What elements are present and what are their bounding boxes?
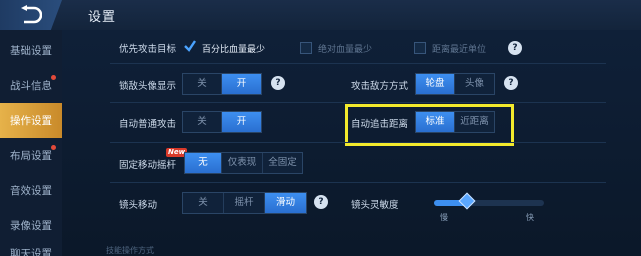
- section-label: 技能操作方式: [106, 246, 154, 255]
- top-bar: 设置: [0, 0, 641, 31]
- settings-sidebar: 基础设置 战斗信息 操作设置 布局设置 音效设置 录像设置 聊天设置: [0, 30, 62, 256]
- option-absolute-hp[interactable]: 绝对血量最少: [318, 42, 372, 55]
- help-icon[interactable]: ?: [314, 195, 328, 209]
- sidebar-item-replay[interactable]: 录像设置: [0, 208, 62, 243]
- sidebar-item-layout[interactable]: 布局设置: [0, 138, 62, 173]
- sidebar-item-label: 聊天设置: [10, 248, 52, 256]
- attack-mode-toggle: 轮盘 头像: [415, 73, 495, 95]
- auto-attack-toggle: 关 开: [182, 111, 262, 133]
- camera-move-toggle: 关 摇杆 滑动: [182, 192, 307, 214]
- sidebar-item-battle-info[interactable]: 战斗信息: [0, 68, 62, 103]
- back-button[interactable]: [0, 0, 62, 30]
- sidebar-item-label: 音效设置: [10, 185, 52, 197]
- auto-attack-off-button[interactable]: 关: [183, 112, 222, 132]
- attack-mode-wheel-button[interactable]: 轮盘: [416, 74, 455, 94]
- priority-target-label: 优先攻击目标: [119, 44, 177, 55]
- camera-move-joystick-button[interactable]: 摇杆: [224, 193, 265, 213]
- help-icon[interactable]: ?: [508, 41, 522, 55]
- option-percent-hp[interactable]: 百分比血量最少: [202, 42, 265, 55]
- attack-mode-label: 攻击敌方方式: [351, 81, 409, 92]
- sidebar-item-basic[interactable]: 基础设置: [0, 33, 62, 68]
- camera-move-slide-button[interactable]: 滑动: [265, 193, 306, 213]
- checkbox-nearest-unit[interactable]: [414, 42, 426, 54]
- sidebar-item-controls[interactable]: 操作设置: [0, 103, 62, 138]
- divider: [110, 63, 606, 64]
- lock-avatar-off-button[interactable]: 关: [183, 74, 222, 94]
- camera-move-label: 镜头移动: [119, 200, 158, 211]
- lock-avatar-on-button[interactable]: 开: [222, 74, 261, 94]
- option-nearest-unit[interactable]: 距离最近单位: [432, 42, 486, 55]
- fixed-joystick-label: 固定移动摇杆: [119, 160, 177, 171]
- sidebar-item-label: 操作设置: [10, 115, 52, 127]
- fixed-joystick-visual-button[interactable]: 仅表现: [222, 153, 263, 173]
- divider: [110, 142, 606, 143]
- slider-max-label: 快: [526, 213, 534, 222]
- camera-sensitivity-slider[interactable]: [434, 192, 544, 210]
- checkbox-absolute-hp[interactable]: [300, 42, 312, 54]
- notification-dot: [51, 75, 56, 80]
- sidebar-item-label: 录像设置: [10, 220, 52, 232]
- camera-move-off-button[interactable]: 关: [183, 193, 224, 213]
- page-title: 设置: [88, 10, 117, 25]
- attack-mode-avatar-button[interactable]: 头像: [455, 74, 494, 94]
- sidebar-item-label: 战斗信息: [10, 80, 52, 92]
- slider-min-label: 慢: [440, 213, 448, 222]
- sidebar-item-chat[interactable]: 聊天设置: [0, 243, 62, 256]
- settings-content: 优先攻击目标 百分比血量最少 绝对血量最少 距离最近单位 ? 锁敌头像显示 关 …: [62, 30, 641, 256]
- help-icon[interactable]: ?: [271, 76, 285, 90]
- lock-avatar-label: 锁敌头像显示: [119, 81, 177, 92]
- auto-attack-on-button[interactable]: 开: [222, 112, 261, 132]
- fixed-joystick-none-button[interactable]: 无: [185, 153, 222, 173]
- back-arrow-icon: [21, 5, 42, 24]
- sidebar-item-audio[interactable]: 音效设置: [0, 173, 62, 208]
- sidebar-item-label: 基础设置: [10, 45, 52, 57]
- lock-avatar-toggle: 关 开: [182, 73, 262, 95]
- slider-handle[interactable]: [458, 192, 476, 210]
- fixed-joystick-toggle: 无 仅表现 全固定: [184, 152, 303, 174]
- help-icon[interactable]: ?: [504, 76, 518, 90]
- divider: [110, 182, 606, 183]
- auto-chase-label: 自动追击距离: [351, 119, 409, 130]
- auto-attack-label: 自动普通攻击: [119, 119, 177, 130]
- auto-chase-standard-button[interactable]: 标准: [416, 112, 455, 132]
- checkmark-icon[interactable]: [183, 39, 197, 53]
- divider: [110, 102, 606, 103]
- auto-chase-close-button[interactable]: 近距离: [455, 112, 494, 132]
- camera-sensitivity-label: 镜头灵敏度: [351, 200, 399, 211]
- auto-chase-toggle: 标准 近距离: [415, 111, 495, 133]
- fixed-joystick-full-button[interactable]: 全固定: [263, 153, 302, 173]
- sidebar-item-label: 布局设置: [10, 150, 52, 162]
- notification-dot: [51, 145, 56, 150]
